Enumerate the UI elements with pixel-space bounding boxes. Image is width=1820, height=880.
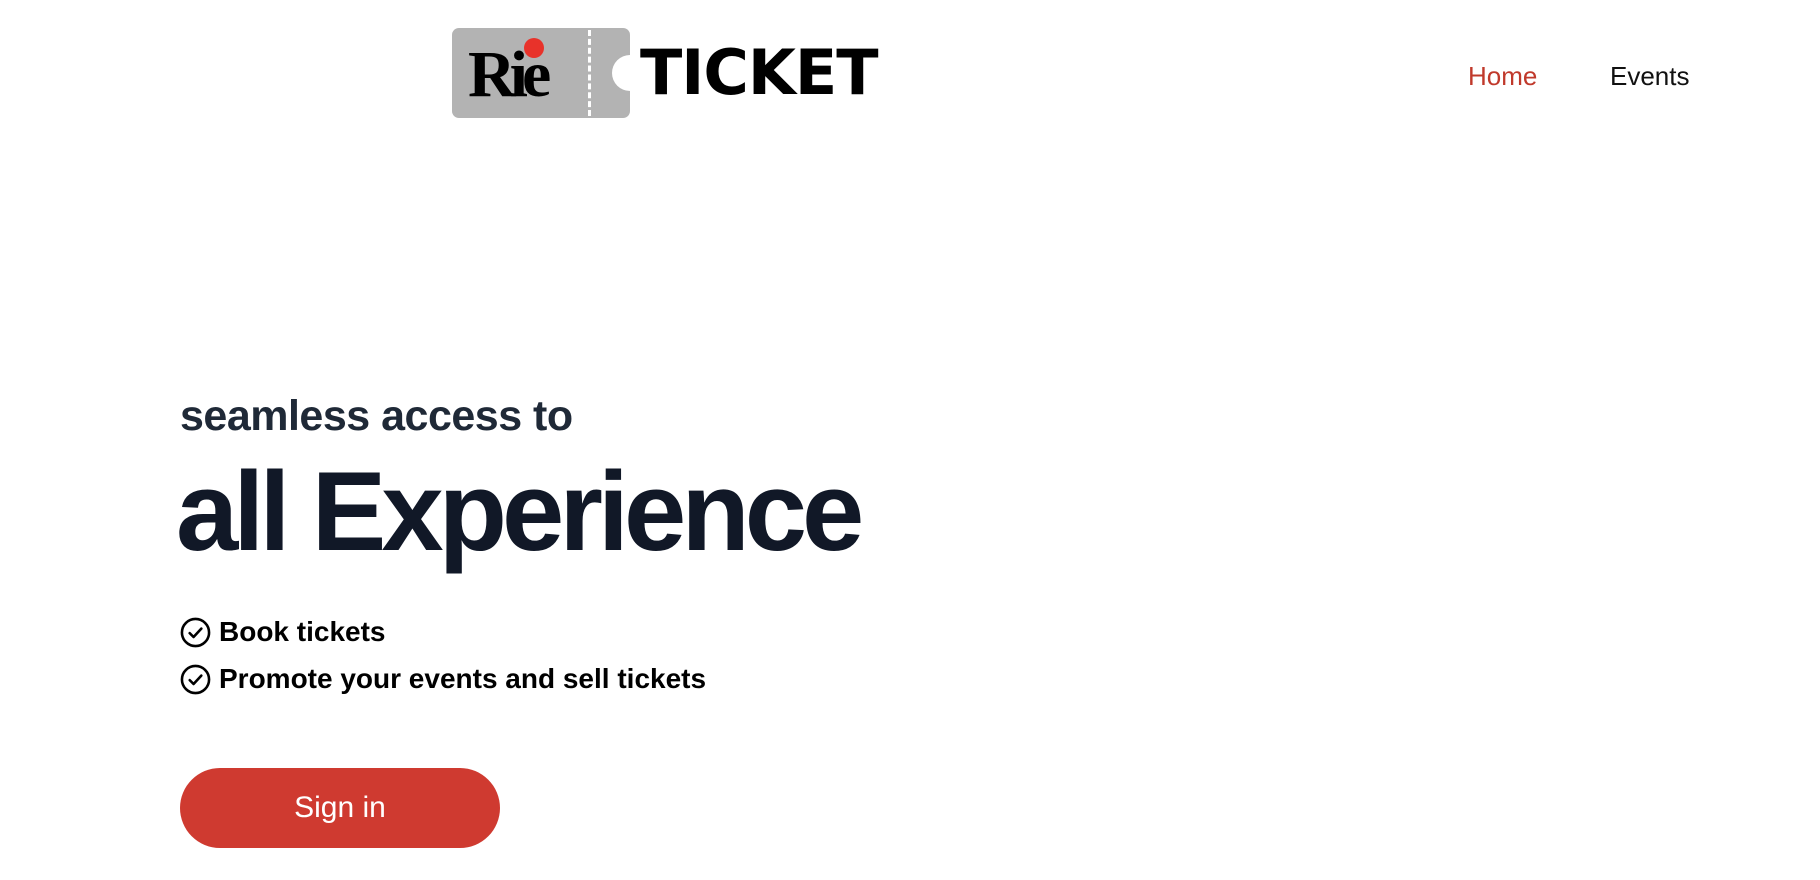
check-circle-icon	[180, 617, 211, 647]
feature-label: Book tickets	[219, 616, 386, 647]
feature-label: Promote your events and sell tickets	[219, 663, 707, 694]
nav-home[interactable]: Home	[1468, 58, 1537, 94]
feature-item: Promote your events and sell tickets	[180, 661, 706, 697]
nav-events[interactable]: Events	[1610, 58, 1690, 94]
hero-headline: all Experience	[176, 449, 864, 574]
logo[interactable]: Rie TICKET	[452, 28, 888, 118]
logo-ticket-text: TICKET	[640, 36, 879, 109]
feature-item: Book tickets	[180, 614, 386, 650]
logo-red-dot	[524, 38, 544, 58]
check-circle-icon	[180, 664, 211, 694]
ticket-shape: Rie	[452, 28, 648, 118]
sign-in-button[interactable]: Sign in	[180, 768, 500, 848]
ticket-perforation	[588, 30, 591, 116]
hero-subtitle: seamless access to	[180, 392, 573, 440]
